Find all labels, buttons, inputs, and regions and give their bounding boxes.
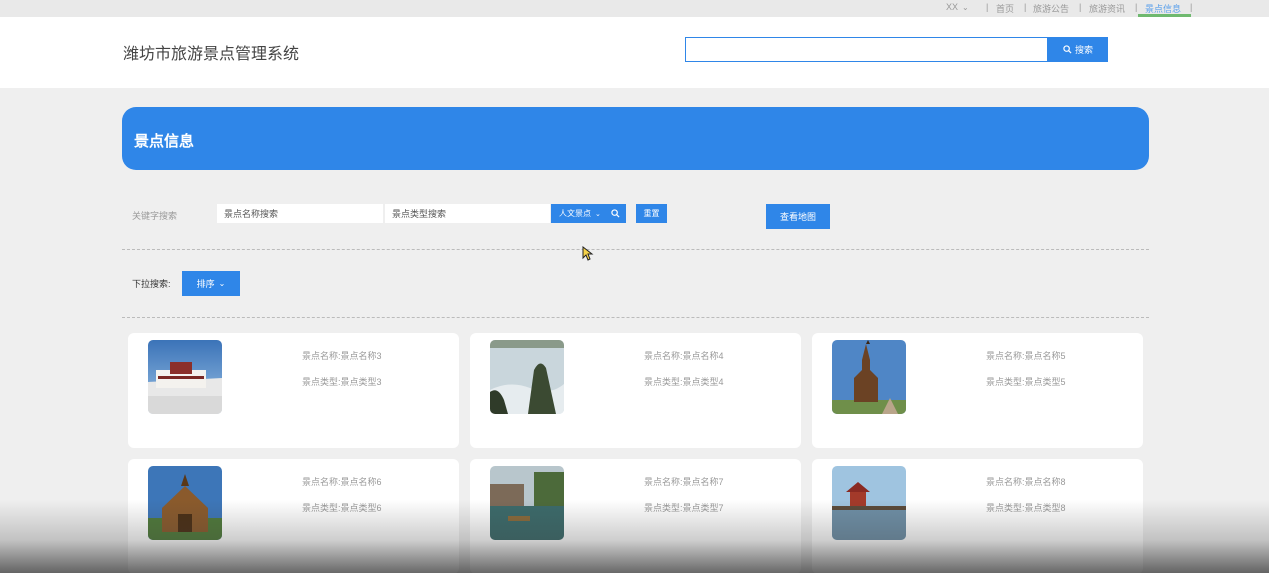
nav-announcements[interactable]: 旅游公告	[1033, 2, 1069, 15]
attraction-card[interactable]: 景点名称:景点名称5 景点类型:景点类型5	[812, 333, 1143, 448]
attraction-card[interactable]: 景点名称:景点名称8 景点类型:景点类型8	[812, 459, 1143, 573]
sort-label: 排序	[196, 279, 215, 289]
page-banner: 景点信息	[122, 107, 1149, 170]
attraction-image[interactable]	[832, 466, 906, 540]
attraction-image[interactable]	[832, 340, 906, 414]
type-search-placeholder: 景点类型搜索	[392, 209, 447, 219]
nav-news[interactable]: 旅游资讯	[1089, 2, 1125, 15]
attraction-image[interactable]	[490, 340, 564, 414]
attraction-image[interactable]	[148, 340, 222, 414]
type-search-input[interactable]: 景点类型搜索	[385, 204, 550, 223]
nav-separator: |	[1024, 2, 1027, 12]
name-search-placeholder: 景点名称搜索	[224, 209, 279, 219]
dropdown-search-label: 下拉搜索:	[132, 279, 171, 289]
view-map-button[interactable]: 查看地图	[766, 204, 830, 229]
attraction-image[interactable]	[490, 466, 564, 540]
attraction-card[interactable]: 景点名称:景点名称6 景点类型:景点类型6	[128, 459, 459, 573]
attraction-name: 景点名称:景点名称4	[644, 351, 724, 361]
search-button[interactable]: 搜索	[1048, 37, 1108, 62]
attraction-type: 景点类型:景点类型6	[302, 503, 382, 513]
header: 潍坊市旅游景点管理系统 搜索	[0, 17, 1269, 88]
type-select-value: 人文景点	[559, 209, 591, 218]
search-input[interactable]	[685, 37, 1048, 62]
search-icon[interactable]	[611, 209, 620, 218]
page-title: 景点信息	[134, 133, 195, 150]
attraction-type: 景点类型:景点类型7	[644, 503, 724, 513]
attraction-name: 景点名称:景点名称8	[986, 477, 1066, 487]
type-select[interactable]: 人文景点 ⌄	[551, 204, 626, 223]
sort-dropdown[interactable]: 排序 ⌄	[182, 271, 240, 296]
reset-button[interactable]: 重置	[636, 204, 667, 223]
divider	[122, 249, 1149, 250]
search-icon	[1063, 45, 1072, 54]
user-name: XX	[946, 2, 959, 12]
attraction-type: 景点类型:景点类型5	[986, 377, 1066, 387]
attraction-card[interactable]: 景点名称:景点名称4 景点类型:景点类型4	[470, 333, 801, 448]
chevron-down-icon: ⌄	[218, 279, 226, 288]
attraction-card[interactable]: 景点名称:景点名称3 景点类型:景点类型3	[128, 333, 459, 448]
nav-separator: |	[1135, 2, 1138, 12]
nav-separator: |	[1079, 2, 1082, 12]
attraction-card[interactable]: 景点名称:景点名称7 景点类型:景点类型7	[470, 459, 801, 573]
top-bar: XX ⌄ | 首页 | 旅游公告 | 旅游资讯 | 景点信息 |	[0, 0, 1269, 17]
name-search-input[interactable]: 景点名称搜索	[217, 204, 383, 223]
keyword-search-label: 关键字搜索	[132, 211, 178, 221]
site-title: 潍坊市旅游景点管理系统	[123, 46, 300, 63]
attraction-image[interactable]	[148, 466, 222, 540]
divider	[122, 317, 1149, 318]
attraction-type: 景点类型:景点类型8	[986, 503, 1066, 513]
attraction-name: 景点名称:景点名称6	[302, 477, 382, 487]
nav-separator: |	[986, 2, 989, 12]
mouse-cursor-icon	[582, 246, 594, 261]
attraction-name: 景点名称:景点名称7	[644, 477, 724, 487]
chevron-down-icon: ⌄	[962, 3, 969, 12]
attraction-name: 景点名称:景点名称3	[302, 351, 382, 361]
attraction-type: 景点类型:景点类型3	[302, 377, 382, 387]
search-button-label: 搜索	[1074, 45, 1093, 55]
attraction-name: 景点名称:景点名称5	[986, 351, 1066, 361]
nav-separator: |	[1190, 2, 1193, 12]
attraction-type: 景点类型:景点类型4	[644, 377, 724, 387]
user-menu[interactable]: XX ⌄	[946, 2, 969, 12]
chevron-down-icon: ⌄	[595, 210, 601, 218]
nav-home[interactable]: 首页	[996, 2, 1014, 15]
